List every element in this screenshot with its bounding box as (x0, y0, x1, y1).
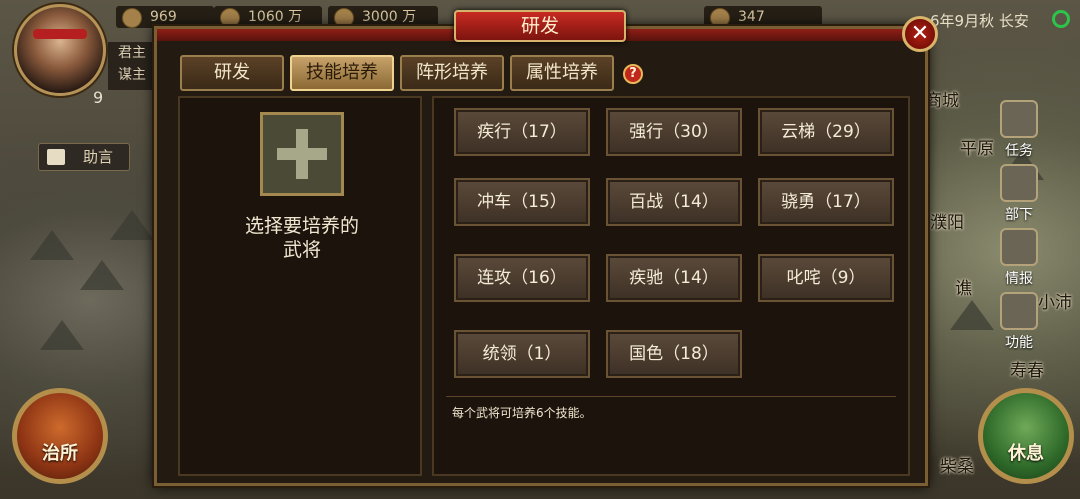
tab-attribute-training[interactable]: 属性培养 (510, 55, 614, 91)
mountain (110, 210, 154, 240)
skill-button[interactable]: 连攻（16） (454, 254, 590, 302)
task-icon (1000, 100, 1038, 138)
side-button-subordinates[interactable]: 部下 (996, 164, 1042, 224)
advice-button[interactable]: 助言 (38, 143, 130, 171)
resource-scroll[interactable]: 347 (704, 6, 822, 28)
player-level: 9 (93, 88, 104, 107)
skill-button[interactable]: 国色（18） (606, 330, 742, 378)
skill-button[interactable]: 骁勇（17） (758, 178, 894, 226)
side-button-intel[interactable]: 情报 (996, 228, 1042, 288)
rest-button[interactable]: 休息 (978, 388, 1074, 484)
skill-button[interactable]: 叱咤（9） (758, 254, 894, 302)
book-icon (47, 149, 65, 165)
city-label[interactable]: 寿春 (1010, 356, 1044, 381)
city-label[interactable]: 柴桑 (940, 452, 974, 477)
tab-research[interactable]: 研发 (180, 55, 284, 91)
mountain (80, 260, 124, 290)
skill-button[interactable]: 强行（30） (606, 108, 742, 156)
city-label[interactable]: 商城 (925, 86, 959, 111)
city-label[interactable]: 平原 (960, 134, 994, 159)
resource-troops[interactable]: 3000 万 (328, 6, 438, 28)
officer-icon (1000, 164, 1038, 202)
select-general-hint: 选择要培养的武将 (244, 215, 359, 261)
governance-button[interactable]: 治所 (12, 388, 108, 484)
intel-icon (1000, 228, 1038, 266)
city-label[interactable]: 谯 (955, 274, 972, 299)
skill-button[interactable]: 百战（14） (606, 178, 742, 226)
player-avatar[interactable] (14, 4, 106, 96)
troops-icon (334, 8, 354, 28)
help-icon[interactable]: ? (623, 64, 643, 84)
city-label[interactable]: 濮阳 (930, 208, 964, 233)
close-button[interactable]: ✕ (902, 16, 938, 52)
skill-button[interactable]: 云梯（29） (758, 108, 894, 156)
plus-icon-bar (277, 148, 327, 160)
skill-button[interactable]: 疾驰（14） (606, 254, 742, 302)
divider (446, 396, 896, 397)
skill-button[interactable]: 冲车（15） (454, 178, 590, 226)
training-note: 每个武将可培养6个技能。 (452, 406, 592, 420)
scroll-icon (710, 8, 730, 28)
status-ring-icon (1052, 10, 1070, 28)
tab-formation-training[interactable]: 阵形培养 (400, 55, 504, 91)
advice-label: 助言 (83, 148, 114, 166)
resource-coin[interactable]: 969 (116, 6, 214, 28)
city-label[interactable]: 小沛 (1038, 288, 1072, 313)
side-button-functions[interactable]: 功能 (996, 292, 1042, 352)
coin-icon (122, 8, 142, 28)
gear-icon (1000, 292, 1038, 330)
add-general-slot[interactable] (260, 112, 344, 196)
grain-icon (220, 8, 240, 28)
tab-skill-training[interactable]: 技能培养 (290, 55, 394, 91)
dialog-title: 研发 (454, 10, 626, 42)
headband (33, 29, 87, 39)
resource-grain[interactable]: 1060 万 (214, 6, 322, 28)
mountain (30, 230, 74, 260)
mountain (950, 300, 994, 330)
mountain (40, 320, 84, 350)
skill-button[interactable]: 统领（1） (454, 330, 590, 378)
side-button-tasks[interactable]: 任务 (996, 100, 1042, 160)
skill-button[interactable]: 疾行（17） (454, 108, 590, 156)
game-date: 6年9月秋 长安 (930, 12, 1029, 30)
general-select-pane: 选择要培养的武将 (178, 96, 422, 476)
